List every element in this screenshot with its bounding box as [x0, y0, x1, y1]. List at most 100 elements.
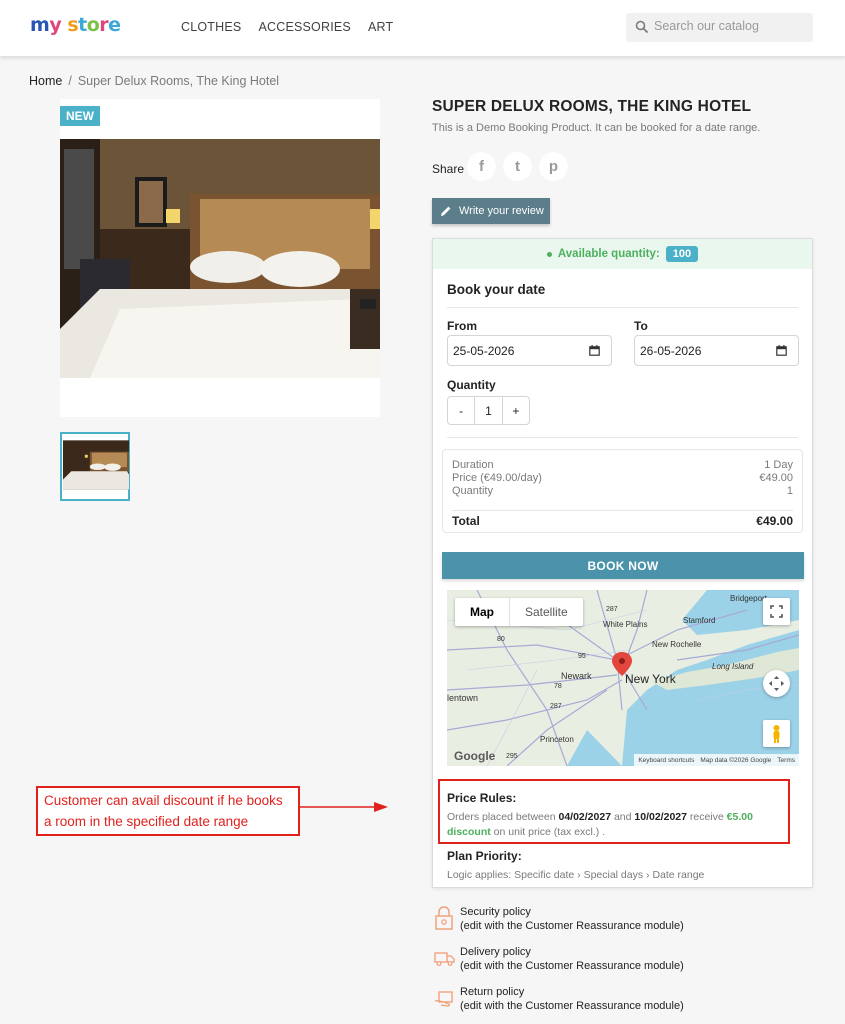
map-shield-80: 80	[497, 636, 505, 643]
delivery-policy-title: Delivery policy	[460, 946, 531, 958]
twitter-icon[interactable]: t	[503, 152, 532, 181]
summary-total: Total €49.00	[452, 514, 793, 528]
security-policy-title: Security policy	[460, 906, 531, 918]
availability-label: Available quantity:	[557, 248, 660, 260]
google-logo: Google	[454, 749, 496, 763]
nav-clothes[interactable]: CLOTHES	[181, 20, 241, 34]
price-rules-part-3: receive	[686, 811, 727, 823]
security-policy-sub: (edit with the Customer Reassurance modu…	[460, 920, 684, 932]
search-input[interactable]	[654, 19, 804, 33]
lock-icon	[435, 906, 453, 930]
summary-divider	[452, 510, 793, 511]
return-box-icon	[434, 991, 453, 1007]
map-shield-295: 295	[506, 753, 518, 760]
availability-dot-icon	[546, 251, 552, 257]
price-rules-end-date: 10/02/2027	[634, 811, 687, 823]
map-label-princeton: Princeton	[540, 735, 574, 744]
map-shield-287: 287	[606, 606, 618, 613]
price-rules-part-2: and	[611, 811, 635, 823]
thumbnail-image	[63, 440, 129, 490]
annotation-callout: Customer can avail discount if he books …	[36, 786, 300, 836]
price-rules-heading: Price Rules:	[447, 791, 517, 805]
breadcrumb-home[interactable]: Home	[29, 74, 62, 88]
calendar-icon[interactable]	[589, 345, 600, 356]
product-image[interactable]	[60, 139, 380, 378]
location-map[interactable]: Bridgeport Stamford White Plains New Roc…	[447, 590, 799, 766]
annotation-arrow-icon	[300, 802, 388, 812]
quantity-input[interactable]: 1	[474, 397, 503, 424]
map-shield-287b: 287	[550, 703, 562, 710]
book-now-button[interactable]: BOOK NOW	[442, 552, 804, 579]
summary-duration: Duration 1 Day	[452, 459, 793, 471]
summary-quantity-value: 1	[786, 485, 793, 497]
map-label-new-york: New York	[625, 672, 676, 686]
from-date-value: 25-05-2026	[453, 344, 515, 358]
divider	[447, 307, 798, 308]
availability-quantity: 100	[665, 246, 699, 262]
nav-art[interactable]: ART	[368, 20, 393, 34]
price-label: Price (€49.00/day)	[452, 472, 542, 484]
booking-card: Available quantity: 100 Book your date F…	[432, 238, 813, 888]
pencil-icon	[441, 206, 451, 216]
map-footer: Keyboard shortcuts Map data ©2026 Google…	[634, 754, 799, 766]
duration-label: Duration	[452, 459, 494, 471]
breadcrumb-current[interactable]: Super Delux Rooms, The King Hotel	[78, 74, 279, 88]
plan-priority-heading: Plan Priority:	[447, 849, 522, 863]
keyboard-shortcuts-link[interactable]: Keyboard shortcuts	[638, 757, 694, 764]
breadcrumb-separator: /	[68, 74, 72, 88]
price-value: €49.00	[759, 472, 793, 484]
map-type-map-button[interactable]: Map	[455, 598, 510, 626]
duration-value: 1 Day	[764, 459, 793, 471]
street-view-pegman-icon[interactable]	[763, 720, 790, 747]
map-terms-link[interactable]: Terms	[777, 757, 795, 764]
from-date-field[interactable]: 25-05-2026	[447, 335, 612, 366]
quantity-decrease-button[interactable]: -	[448, 397, 474, 424]
to-date-value: 26-05-2026	[640, 344, 702, 358]
breadcrumb: Home / Super Delux Rooms, The King Hotel	[29, 74, 279, 88]
new-badge: NEW	[60, 106, 100, 126]
search-box	[626, 13, 813, 42]
pinterest-icon[interactable]: p	[539, 152, 568, 181]
main-nav: CLOTHES ACCESSORIES ART	[181, 20, 393, 34]
summary-quantity-label: Quantity	[452, 485, 493, 497]
facebook-icon[interactable]: f	[467, 152, 496, 181]
booking-summary: Duration 1 Day Price (€49.00/day) €49.00…	[442, 449, 803, 533]
to-label: To	[634, 319, 648, 333]
booking-heading: Book your date	[447, 282, 546, 297]
map-label-new-rochelle: New Rochelle	[652, 640, 702, 649]
quantity-increase-button[interactable]: +	[503, 397, 529, 424]
store-logo[interactable]: my store	[30, 14, 121, 36]
map-data-attribution: Map data ©2026 Google	[700, 756, 772, 764]
map-label-lentown: lentown	[447, 693, 479, 703]
map-label-stamford: Stamford	[683, 616, 716, 625]
price-rules-start-date: 04/02/2027	[558, 811, 612, 823]
product-title: SUPER DELUX ROOMS, THE KING HOTEL	[432, 98, 752, 115]
from-label: From	[447, 319, 477, 333]
truck-icon	[434, 952, 455, 966]
map-type-satellite-button[interactable]: Satellite	[510, 598, 583, 626]
price-rules-text: Orders placed between 04/02/2027 and 10/…	[447, 810, 787, 840]
nav-accessories[interactable]: ACCESSORIES	[258, 20, 351, 34]
product-description: This is a Demo Booking Product. It can b…	[432, 122, 761, 134]
fullscreen-icon[interactable]	[763, 598, 790, 625]
write-review-button[interactable]: Write your review	[432, 198, 550, 224]
map-label-white-plains: White Plains	[603, 620, 648, 629]
total-label: Total	[452, 514, 480, 528]
delivery-policy-sub: (edit with the Customer Reassurance modu…	[460, 960, 684, 972]
map-label-long-island: Long Island	[712, 662, 754, 671]
product-thumbnail[interactable]	[60, 432, 130, 501]
map-shield-78: 78	[554, 683, 562, 690]
map-shield-95: 95	[578, 653, 586, 660]
quantity-stepper: - 1 +	[447, 396, 530, 425]
map-type-control: Map Satellite	[455, 598, 583, 626]
calendar-icon[interactable]	[776, 345, 787, 356]
search-icon	[635, 20, 649, 34]
plan-priority-text: Logic applies: Specific date › Special d…	[447, 869, 705, 881]
camera-control-icon[interactable]	[763, 670, 790, 697]
to-date-field[interactable]: 26-05-2026	[634, 335, 799, 366]
quantity-label: Quantity	[447, 378, 496, 392]
availability-bar: Available quantity: 100	[433, 239, 812, 269]
map-label-newark: Newark	[561, 671, 592, 681]
site-header: my store CLOTHES ACCESSORIES ART	[0, 0, 845, 56]
write-review-label: Write your review	[459, 205, 544, 217]
